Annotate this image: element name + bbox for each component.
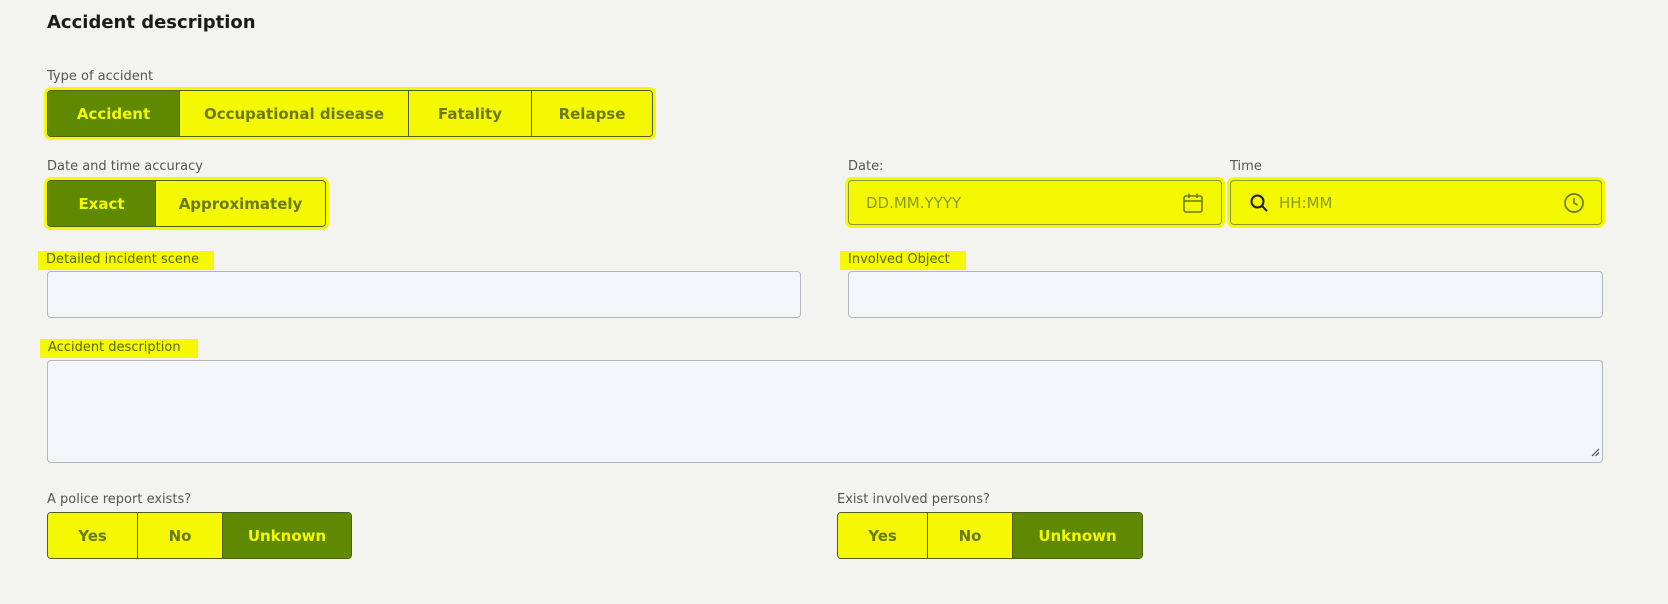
- type-option-accident[interactable]: Accident: [48, 91, 180, 136]
- accident-description-label: Accident description: [40, 339, 198, 358]
- type-of-accident-selector: Accident Occupational disease Fatality R…: [47, 90, 653, 137]
- accident-description-textarea[interactable]: [47, 360, 1603, 463]
- accuracy-label: Date and time accuracy: [47, 159, 203, 174]
- time-placeholder: HH:MM: [1279, 193, 1333, 212]
- police-report-selector: Yes No Unknown: [47, 512, 352, 559]
- search-icon: [1249, 193, 1269, 213]
- police-report-option-unknown[interactable]: Unknown: [223, 513, 351, 558]
- type-of-accident-label: Type of accident: [47, 69, 154, 84]
- police-report-option-no[interactable]: No: [138, 513, 223, 558]
- date-label: Date:: [848, 159, 884, 174]
- involved-persons-option-no[interactable]: No: [928, 513, 1013, 558]
- accuracy-selector: Exact Approximately: [47, 180, 326, 227]
- resize-handle-icon[interactable]: [1591, 442, 1600, 461]
- involved-persons-option-unknown[interactable]: Unknown: [1013, 513, 1142, 558]
- date-placeholder: DD.MM.YYYY: [866, 193, 962, 212]
- clock-icon[interactable]: [1563, 192, 1585, 214]
- accuracy-option-exact[interactable]: Exact: [48, 181, 156, 226]
- involved-persons-selector: Yes No Unknown: [837, 512, 1143, 559]
- incident-scene-input[interactable]: [47, 271, 801, 318]
- time-input[interactable]: HH:MM: [1230, 180, 1602, 225]
- section-title: Accident description: [47, 12, 256, 33]
- type-option-occupational-disease[interactable]: Occupational disease: [180, 91, 409, 136]
- involved-object-input[interactable]: [848, 271, 1603, 318]
- involved-persons-option-yes[interactable]: Yes: [838, 513, 928, 558]
- involved-object-label: Involved Object: [840, 251, 966, 270]
- accuracy-option-approximately[interactable]: Approximately: [156, 181, 325, 226]
- involved-persons-label: Exist involved persons?: [837, 492, 990, 507]
- time-label: Time: [1230, 159, 1262, 174]
- police-report-option-yes[interactable]: Yes: [48, 513, 138, 558]
- incident-scene-label: Detailed incident scene: [38, 251, 214, 270]
- police-report-label: A police report exists?: [47, 492, 192, 507]
- date-input[interactable]: DD.MM.YYYY: [848, 180, 1222, 225]
- calendar-icon[interactable]: [1182, 192, 1204, 214]
- type-option-fatality[interactable]: Fatality: [409, 91, 532, 136]
- type-option-relapse[interactable]: Relapse: [532, 91, 652, 136]
